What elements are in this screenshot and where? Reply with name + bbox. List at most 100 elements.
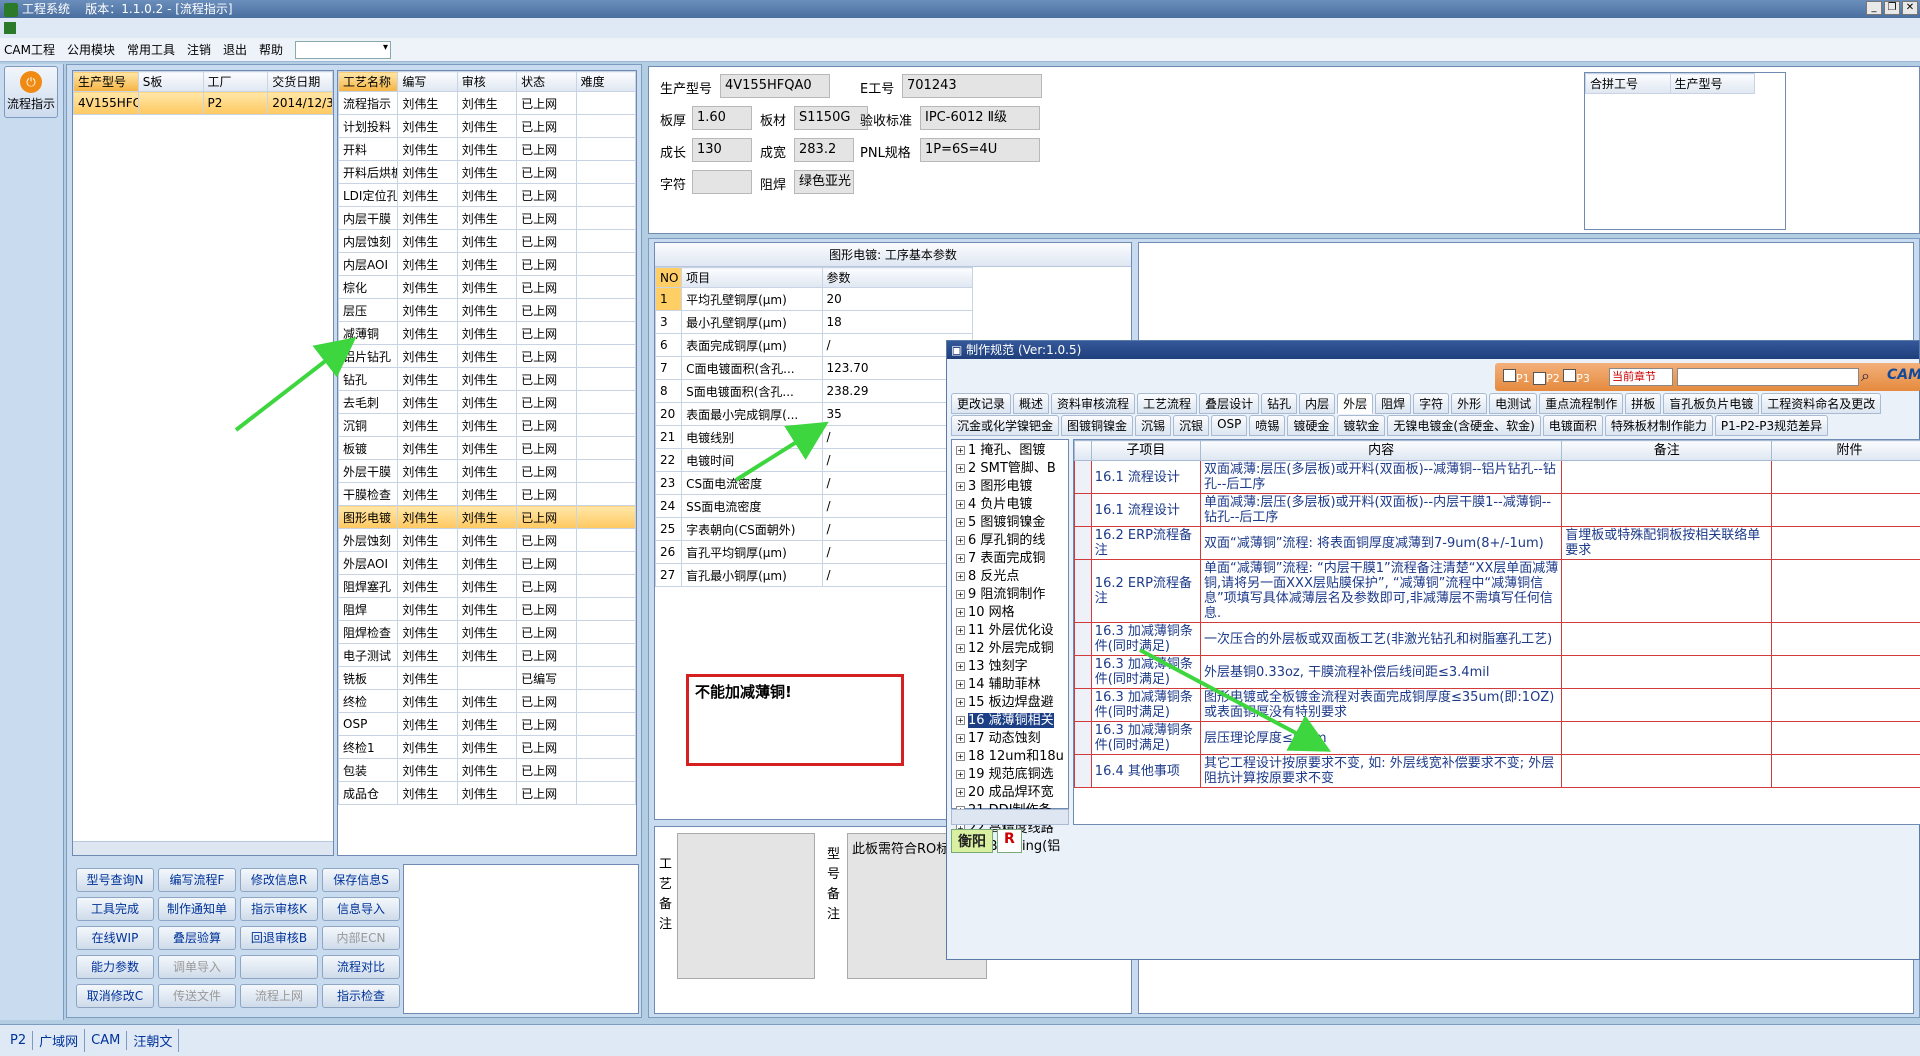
param-row[interactable]: 22 电镀时间 /	[654, 448, 974, 472]
spec-attachment[interactable]	[1771, 559, 1920, 623]
process-row[interactable]: 去毛刺 刘伟生 刘伟生 已上网	[337, 390, 637, 414]
process-row[interactable]: 图形电镀 刘伟生 刘伟生 已上网	[337, 505, 637, 529]
spec-subtab[interactable]: 电镀面积	[1542, 415, 1603, 436]
expand-icon[interactable]: +	[956, 482, 965, 491]
expand-icon[interactable]: +	[956, 518, 965, 527]
param-row[interactable]: 25 字表朝向(CS面朝外) /	[654, 517, 974, 541]
action-button[interactable]: 流程上网	[240, 984, 318, 1008]
expand-icon[interactable]: +	[956, 788, 965, 797]
action-button[interactable]: 内部ECN	[322, 926, 400, 950]
param-row[interactable]: 26 盲孔平均铜厚(μm) /	[654, 540, 974, 564]
expand-icon[interactable]: +	[956, 590, 965, 599]
param-col-header[interactable]: 参数	[821, 267, 974, 288]
expand-icon[interactable]: +	[956, 734, 965, 743]
spec-col-header[interactable]: 内容	[1200, 440, 1563, 461]
field-pnl[interactable]: 1P=6S=4U	[920, 138, 1040, 162]
spec-row[interactable]: 16.2 ERP流程备注 单面“减薄铜”流程: “内层干膜1”流程备注清楚“XX层…	[1074, 559, 1920, 623]
field-model[interactable]: 4V155HFQA0	[720, 74, 830, 98]
spec-row[interactable]: 16.3 加减薄铜条件(同时满足) 一次压合的外层板或双面板工艺(非激光钻孔和树脂…	[1074, 622, 1920, 656]
spec-tab[interactable]: 外形	[1451, 393, 1488, 414]
process-col-header[interactable]: 编写	[397, 71, 458, 92]
process-row[interactable]: 开料后烘板 刘伟生 刘伟生 已上网	[337, 160, 637, 184]
spec-tab[interactable]: 电测试	[1489, 393, 1538, 414]
order-row[interactable]: 4V155HFQA0 P22014/12/30	[73, 91, 333, 115]
close-icon[interactable]: ✕	[1902, 1, 1918, 15]
spec-subtab[interactable]: 图镀铜镍金	[1061, 415, 1134, 436]
field-thick[interactable]: 1.60	[692, 106, 752, 130]
tree-node[interactable]: +20 成品焊环宽	[956, 784, 1064, 802]
action-button[interactable]: 修改信息R	[240, 868, 318, 892]
action-button[interactable]: 能力参数	[76, 955, 154, 979]
process-row[interactable]: 干膜检查 刘伟生 刘伟生 已上网	[337, 482, 637, 506]
action-button[interactable]: 信息导入	[322, 897, 400, 921]
tree-node[interactable]: +11 外层优化设	[956, 622, 1064, 640]
menu-item[interactable]: 常用工具	[127, 41, 175, 58]
minimize-icon[interactable]: _	[1866, 1, 1882, 15]
spec-row[interactable]: 16.1 流程设计 单面减薄:层压(多层板)或开料(双面板)--内层干膜1--减薄…	[1074, 493, 1920, 527]
menu-item[interactable]: 公用模块	[67, 41, 115, 58]
process-row[interactable]: 终检1 刘伟生 刘伟生 已上网	[337, 735, 637, 759]
menu-item[interactable]: 注销	[187, 41, 211, 58]
spec-col-header[interactable]: 备注	[1561, 440, 1773, 461]
spec-attachment[interactable]	[1771, 622, 1920, 656]
spec-col-header[interactable]: 子项目	[1090, 440, 1202, 461]
field-mat[interactable]: S1150G	[794, 106, 868, 130]
action-button[interactable]: 型号查询N	[76, 868, 154, 892]
footer-tab[interactable]: 衡阳	[951, 829, 993, 853]
tree-hscroll[interactable]	[951, 809, 1069, 825]
spec-subtab[interactable]: 镀软金	[1337, 415, 1386, 436]
expand-icon[interactable]: +	[956, 536, 965, 545]
spec-attachment[interactable]	[1771, 688, 1920, 722]
action-button[interactable]: 取消修改C	[76, 984, 154, 1008]
spec-tab[interactable]: 拼板	[1625, 393, 1662, 414]
order-col-header[interactable]: 工厂	[202, 71, 269, 92]
tree-node[interactable]: +5 图镀铜镍金	[956, 514, 1064, 532]
expand-icon[interactable]: +	[956, 680, 965, 689]
process-row[interactable]: 沉铜 刘伟生 刘伟生 已上网	[337, 413, 637, 437]
process-row[interactable]: 板镀 刘伟生 刘伟生 已上网	[337, 436, 637, 460]
process-row[interactable]: 内层蚀刻 刘伟生 刘伟生 已上网	[337, 229, 637, 253]
tree-node[interactable]: +8 反光点	[956, 568, 1064, 586]
spec-attachment[interactable]	[1771, 526, 1920, 560]
process-row[interactable]: 外层干膜 刘伟生 刘伟生 已上网	[337, 459, 637, 483]
param-row[interactable]: 23 CS面电流密度 /	[654, 471, 974, 495]
menu-combo[interactable]	[295, 40, 392, 59]
spec-subtab[interactable]: OSP	[1211, 415, 1248, 436]
action-button[interactable]: 指示审核K	[240, 897, 318, 921]
process-row[interactable]: LDI定位孔 刘伟生 刘伟生 已上网	[337, 183, 637, 207]
spec-tab[interactable]: 重点流程制作	[1539, 393, 1624, 414]
spec-tab[interactable]: 概述	[1013, 393, 1050, 414]
expand-icon[interactable]: +	[956, 770, 965, 779]
p-checkbox[interactable]	[1563, 369, 1577, 382]
spec-subtab[interactable]: 镀硬金	[1287, 415, 1336, 436]
process-row[interactable]: 钻孔 刘伟生 刘伟生 已上网	[337, 367, 637, 391]
process-row[interactable]: 内层干膜 刘伟生 刘伟生 已上网	[337, 206, 637, 230]
process-row[interactable]: 成品仓 刘伟生 刘伟生 已上网	[337, 781, 637, 805]
spec-tab[interactable]: 工艺流程	[1137, 393, 1198, 414]
p-checkbox[interactable]	[1503, 369, 1516, 382]
spec-tab[interactable]: 资料审核流程	[1051, 393, 1136, 414]
expand-icon[interactable]: +	[956, 464, 965, 473]
spec-tab[interactable]: 更改记录	[951, 393, 1012, 414]
spec-tab[interactable]: 字符	[1413, 393, 1450, 414]
menu-item[interactable]: CAM工程	[4, 41, 55, 58]
tree-node[interactable]: +13 蚀刻字	[956, 658, 1064, 676]
tree-node[interactable]: +17 动态蚀刻	[956, 730, 1064, 748]
order-col-header[interactable]: S板	[137, 71, 204, 92]
spec-subtab[interactable]: 无镍电镀金(含硬金、软金)	[1387, 415, 1541, 436]
search-icon[interactable]: ⌕	[1861, 366, 1870, 386]
search-input[interactable]	[1677, 368, 1859, 386]
tree-node[interactable]: +12 外层完成铜	[956, 640, 1064, 658]
tree-node[interactable]: +18 12um和18u	[956, 748, 1064, 766]
field-len[interactable]: 130	[692, 138, 752, 162]
order-col-header[interactable]: 交货日期	[267, 71, 333, 92]
tree-node[interactable]: +15 板边焊盘避	[956, 694, 1064, 712]
process-col-header[interactable]: 审核	[456, 71, 518, 92]
process-row[interactable]: 包装 刘伟生 刘伟生 已上网	[337, 758, 637, 782]
field-std[interactable]: IPC-6012 Ⅱ级	[920, 106, 1040, 130]
spec-row[interactable]: 16.3 加减薄铜条件(同时满足) 图形电镀或全板镀金流程对表面完成铜厚度≤35u…	[1074, 688, 1920, 722]
action-button[interactable]	[240, 955, 318, 979]
process-row[interactable]: 终检 刘伟生 刘伟生 已上网	[337, 689, 637, 713]
flow-indicate-button[interactable]: ⏻ 流程指示	[4, 66, 58, 118]
param-row[interactable]: 24 SS面电流密度 /	[654, 494, 974, 518]
